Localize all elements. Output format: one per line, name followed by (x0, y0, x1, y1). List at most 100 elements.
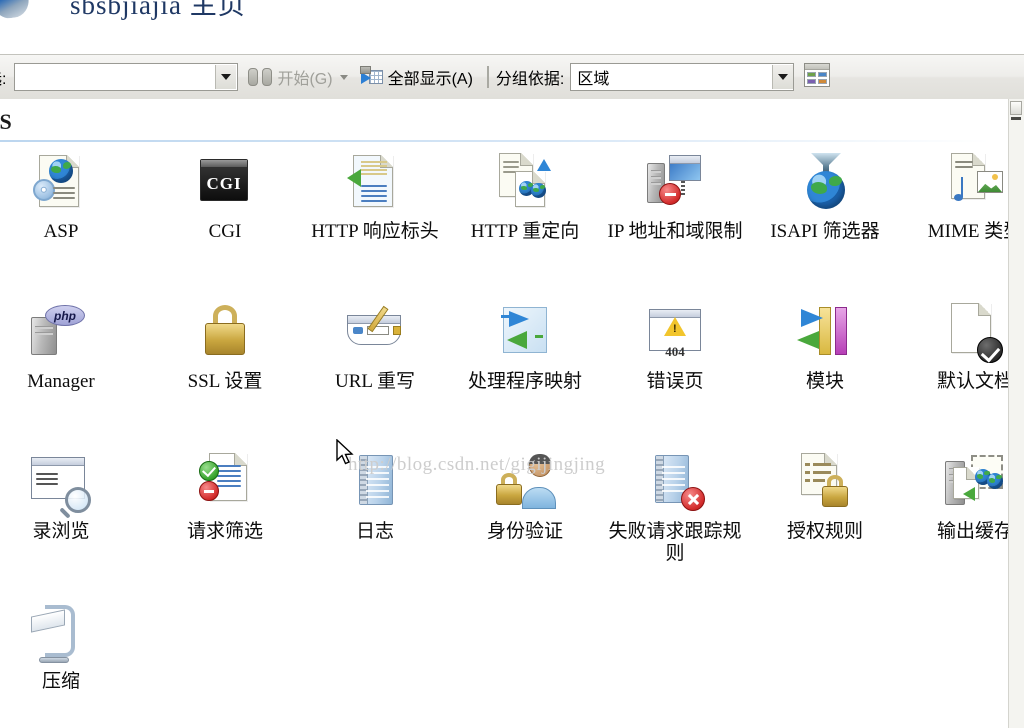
feature-item-ip-domain-restrictions[interactable]: IP 地址和域限制 (600, 143, 750, 293)
cgi-icon: CGI (195, 153, 255, 215)
feature-label: ISAPI 筛选器 (770, 221, 880, 242)
feature-label: HTTP 重定向 (470, 221, 580, 242)
feature-label: Manager (27, 371, 95, 392)
feature-item-error-pages[interactable]: 404 错误页 (600, 293, 750, 443)
feature-item-default-document[interactable]: 默认文档 (900, 293, 1009, 443)
feature-label: 默认文档 (936, 371, 1009, 392)
feature-label: SSL 设置 (187, 371, 263, 392)
start-button-label: 开始(G) (277, 71, 333, 88)
start-split-button[interactable] (337, 63, 351, 91)
show-all-label: 全部显示(A) (387, 71, 473, 88)
modules-icon (795, 303, 855, 365)
feature-label: HTTP 响应标头 (311, 221, 439, 242)
failed-request-tracing-icon (645, 453, 705, 515)
feature-label: 日志 (355, 521, 394, 542)
scrollbar-thumb[interactable] (1010, 101, 1022, 115)
features-view-pane: IS ASP CGI CGI (0, 99, 1009, 728)
asp-icon (31, 153, 91, 215)
feature-label: 模块 (805, 371, 844, 392)
chevron-down-icon (221, 74, 232, 80)
feature-item-failed-request-tracing[interactable]: 失败请求跟踪规则 (600, 443, 750, 593)
feature-item-mime-types[interactable]: MIME 类型 (900, 143, 1009, 293)
feature-label: IP 地址和域限制 (607, 221, 743, 242)
show-all-button[interactable]: 全部显示(A) (357, 62, 477, 92)
filter-input[interactable] (15, 66, 216, 88)
output-caching-icon (945, 453, 1005, 515)
default-document-icon (945, 303, 1005, 365)
feature-item-ssl-settings[interactable]: SSL 设置 (150, 293, 300, 443)
group-header: IS (0, 107, 1009, 142)
feature-label: URL 重写 (334, 371, 416, 392)
feature-item-compression[interactable]: 压缩 (0, 593, 150, 728)
group-by-label: 分组依据: (495, 71, 565, 88)
feature-label: 身份验证 (486, 521, 563, 542)
group-by-dropdown-button[interactable] (772, 65, 794, 89)
binoculars-icon (248, 68, 273, 86)
group-by-combobox[interactable]: 区域 (570, 63, 795, 91)
ip-domain-restrictions-icon (645, 153, 705, 215)
http-redirect-icon (495, 153, 555, 215)
feature-item-request-filtering[interactable]: 请求筛选 (150, 443, 300, 593)
feature-item-output-caching[interactable]: 输出缓存 (900, 443, 1009, 593)
mime-types-icon (945, 153, 1005, 215)
http-response-headers-icon (345, 153, 405, 215)
feature-item-asp[interactable]: ASP (0, 143, 150, 293)
filter-dropdown-button[interactable] (215, 65, 237, 89)
group-header-label: IS (0, 109, 13, 134)
group-header-divider (0, 140, 990, 142)
view-mode-button[interactable] (804, 63, 832, 91)
request-filtering-icon (195, 453, 255, 515)
feature-label: 压缩 (41, 671, 80, 692)
feature-label: 输出缓存 (936, 521, 1009, 542)
start-button[interactable]: 开始(G) (244, 62, 336, 92)
feature-item-modules[interactable]: 模块 (750, 293, 900, 443)
toolbar-separator (486, 66, 489, 88)
php-manager-icon: php (31, 303, 91, 365)
feature-label: 错误页 (646, 371, 704, 392)
feature-label: ASP (43, 221, 79, 242)
feature-label: 处理程序映射 (467, 371, 582, 392)
iis-globe-icon (0, 0, 31, 21)
feature-item-isapi-filters[interactable]: ISAPI 筛选器 (750, 143, 900, 293)
authentication-icon (495, 453, 556, 515)
filter-toolbar: 选: 开始(G) 全部显示(A) 分组依据: 区域 (0, 54, 1024, 100)
feature-item-http-response-headers[interactable]: HTTP 响应标头 (300, 143, 450, 293)
feature-item-http-redirect[interactable]: HTTP 重定向 (450, 143, 600, 293)
scrollbar-track-mark (1011, 117, 1021, 120)
feature-item-directory-browsing[interactable]: 录浏览 (0, 443, 150, 593)
feature-item-php-manager[interactable]: php Manager (0, 293, 150, 443)
group-by-value: 区域 (577, 71, 610, 88)
chevron-down-icon (778, 74, 789, 80)
feature-label: 录浏览 (32, 521, 90, 542)
ssl-settings-icon (195, 303, 255, 365)
feature-label: 请求筛选 (186, 521, 263, 542)
page-title: sbsbjiajia 主页 (70, 0, 246, 20)
feature-item-authorization-rules[interactable]: 授权规则 (750, 443, 900, 593)
url-rewrite-icon (345, 303, 405, 365)
filter-combobox[interactable] (14, 63, 239, 91)
filter-label: 选: (0, 71, 7, 88)
directory-browsing-icon (31, 453, 91, 515)
feature-item-authentication[interactable]: 身份验证 (450, 443, 600, 593)
feature-label: 失败请求跟踪规则 (608, 521, 742, 564)
feature-icon-grid: ASP CGI CGI HTTP 响应标头 HTTP 重定向 IP 地址和域限制… (0, 143, 1009, 728)
vertical-scrollbar[interactable] (1008, 99, 1024, 728)
feature-label: 授权规则 (786, 521, 863, 542)
feature-item-logging[interactable]: 日志 (300, 443, 450, 593)
feature-label: MIME 类型 (927, 221, 1009, 242)
feature-item-handler-mappings[interactable]: 处理程序映射 (450, 293, 600, 443)
feature-item-cgi[interactable]: CGI CGI (150, 143, 300, 293)
feature-label: CGI (208, 221, 242, 242)
isapi-filters-icon (795, 153, 855, 215)
authorization-rules-icon (795, 453, 855, 515)
compression-icon (31, 603, 91, 665)
view-mode-icon (804, 63, 831, 87)
check-badge (977, 337, 1003, 363)
chevron-down-icon (339, 74, 348, 80)
feature-item-url-rewrite[interactable]: URL 重写 (300, 293, 450, 443)
window-title-bar: sbsbjiajia 主页 (0, 0, 1024, 52)
error-pages-icon: 404 (645, 303, 705, 365)
show-all-icon (359, 66, 383, 86)
logging-icon (345, 453, 405, 515)
handler-mappings-icon (495, 303, 555, 365)
